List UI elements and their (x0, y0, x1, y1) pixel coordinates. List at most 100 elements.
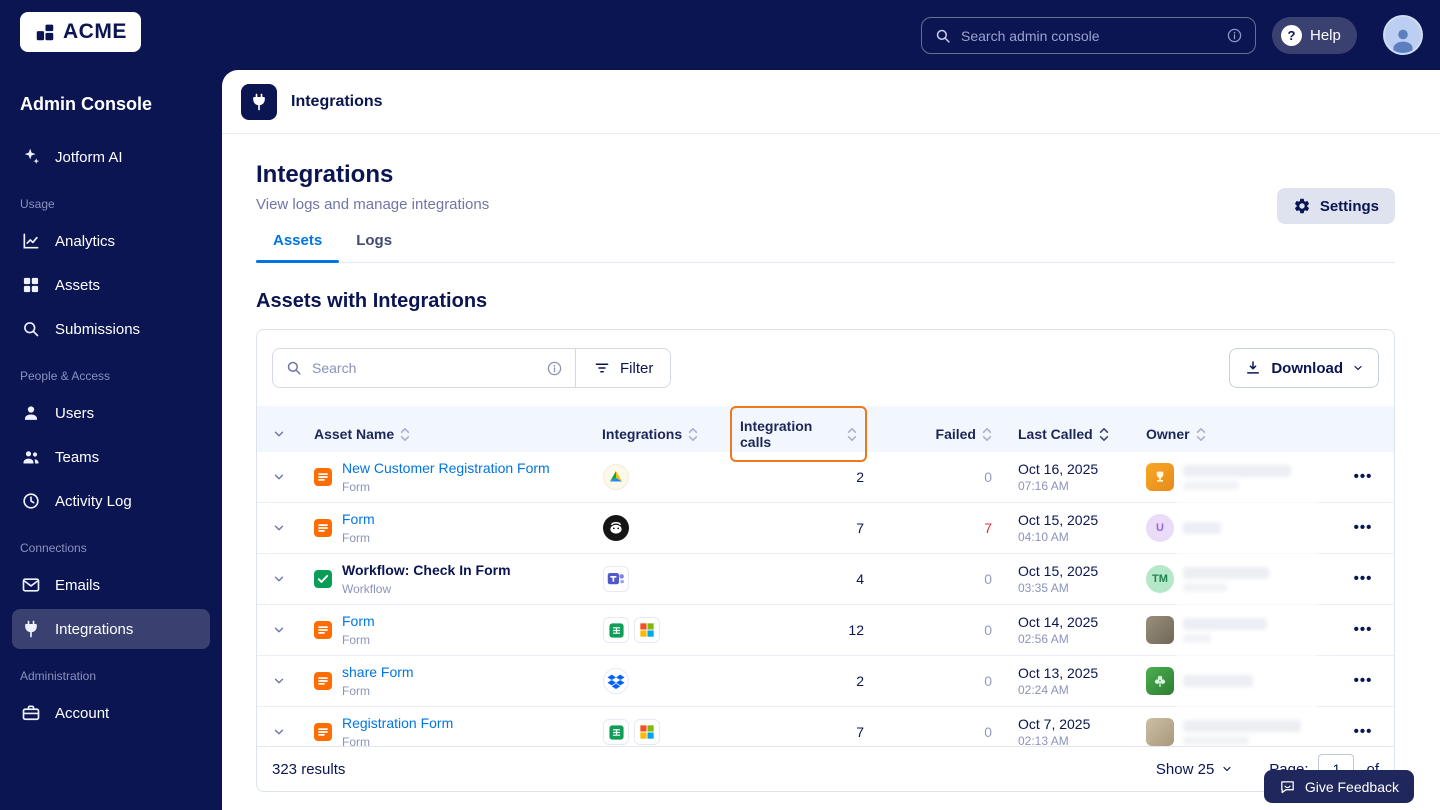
sidebar-item-label: Users (55, 404, 95, 422)
acme-logo-mark-icon (34, 21, 56, 43)
sparkles-icon (21, 147, 41, 167)
owner-name-redacted (1183, 719, 1301, 745)
integration-apps (587, 617, 722, 643)
integration-apps (587, 668, 722, 694)
table-search-input[interactable] (312, 360, 537, 376)
gear-icon (1293, 197, 1311, 215)
expand-all-header[interactable] (257, 427, 301, 441)
row-expand-button[interactable] (270, 723, 288, 741)
column-label: Last Called (1018, 426, 1093, 442)
envelope-icon (21, 575, 41, 595)
row-expand-button[interactable] (270, 672, 288, 690)
last-called-date: Oct 16, 2025 (1018, 461, 1099, 477)
filter-button[interactable]: Filter (576, 348, 672, 388)
admin-search-bar (921, 17, 1256, 54)
row-actions-button[interactable]: ••• (1354, 723, 1373, 740)
sidebar-item-activity-log[interactable]: Activity Log (12, 481, 210, 521)
sidebar-item-assets[interactable]: Assets (12, 265, 210, 305)
row-expand-button[interactable] (270, 468, 288, 486)
search-icon (934, 27, 952, 45)
integrations-plug-icon (241, 83, 277, 120)
chevron-down-icon (272, 725, 286, 739)
download-label: Download (1271, 359, 1343, 377)
help-label: Help (1310, 27, 1341, 44)
sidebar-item-users[interactable]: Users (12, 393, 210, 433)
download-button[interactable]: Download (1229, 348, 1379, 388)
sort-icon[interactable] (400, 427, 410, 442)
column-header-asset-name[interactable]: Asset Name (301, 426, 587, 442)
admin-search-input[interactable] (961, 27, 1217, 44)
sidebar-item-integrations[interactable]: Integrations (12, 609, 210, 649)
integration-calls-value: 4 (856, 571, 864, 587)
topbar: ACME ? Help (0, 0, 1440, 70)
sidebar-item-analytics[interactable]: Analytics (12, 221, 210, 261)
clock-icon (21, 491, 41, 511)
table-toolbar: Filter Download (257, 330, 1394, 406)
row-actions-button[interactable]: ••• (1354, 621, 1373, 638)
google-sheets-icon (603, 617, 629, 643)
results-count: 323 results (272, 760, 346, 778)
tab-logs[interactable]: Logs (339, 232, 409, 262)
tab-assets[interactable]: Assets (256, 232, 340, 263)
page-size-select[interactable]: Show 25 (1156, 761, 1233, 778)
give-feedback-button[interactable]: Give Feedback (1263, 770, 1414, 803)
column-header-last-called[interactable]: Last Called (1002, 426, 1142, 442)
column-header-integrations[interactable]: Integrations (587, 426, 722, 442)
row-actions-button[interactable]: ••• (1354, 519, 1373, 536)
column-header-owner[interactable]: Owner (1142, 426, 1332, 442)
chevron-down-icon (272, 427, 286, 441)
row-expand-button[interactable] (270, 519, 288, 537)
last-called-date: Oct 7, 2025 (1018, 716, 1091, 732)
failed-calls-value: 0 (984, 571, 992, 587)
sidebar-item-submissions[interactable]: Submissions (12, 309, 210, 349)
failed-calls-value: 0 (984, 469, 992, 485)
asset-name-link[interactable]: Form (342, 511, 375, 527)
sort-icon[interactable] (1099, 427, 1109, 442)
row-actions-button[interactable]: ••• (1354, 672, 1373, 689)
row-actions-button[interactable]: ••• (1354, 468, 1373, 485)
column-label: Owner (1146, 426, 1190, 442)
help-button[interactable]: ? Help (1272, 17, 1357, 54)
sidebar-item-jotform-ai[interactable]: Jotform AI (12, 137, 210, 177)
sort-icon[interactable] (982, 427, 992, 442)
settings-button[interactable]: Settings (1276, 188, 1395, 224)
give-feedback-label: Give Feedback (1304, 778, 1399, 795)
sort-icon[interactable] (847, 427, 857, 442)
asset-name-link[interactable]: New Customer Registration Form (342, 460, 550, 476)
info-icon[interactable] (1226, 27, 1243, 44)
failed-calls-value: 0 (984, 673, 992, 689)
feedback-bubble-icon (1279, 778, 1296, 795)
row-expand-button[interactable] (270, 570, 288, 588)
asset-name-link[interactable]: share Form (342, 664, 414, 680)
user-avatar[interactable] (1383, 15, 1423, 55)
plug-icon (21, 619, 41, 639)
sort-icon[interactable] (1196, 427, 1206, 442)
page-size-label: Show 25 (1155, 760, 1215, 778)
chevron-down-icon (272, 572, 286, 586)
row-expand-button[interactable] (270, 621, 288, 639)
sidebar-item-label: Integrations (55, 620, 134, 638)
sidebar-item-emails[interactable]: Emails (12, 565, 210, 605)
last-called-time: 02:56 AM (1018, 632, 1069, 646)
sidebar-nav: Jotform AI Usage Analytics Assets Submission… (12, 137, 210, 733)
sidebar-item-account[interactable]: Account (12, 693, 210, 733)
column-label: Integration calls (740, 418, 813, 450)
last-called-time: 07:16 AM (1018, 479, 1069, 493)
asset-name-link[interactable]: Form (342, 613, 375, 629)
asset-name-link[interactable]: Registration Form (342, 715, 453, 731)
ms-teams-icon (603, 566, 629, 592)
sidebar-item-teams[interactable]: Teams (12, 437, 210, 477)
chevron-down-icon (272, 623, 286, 637)
sort-icon[interactable] (688, 427, 698, 442)
sidebar-section-usage: Usage (20, 197, 55, 211)
info-icon[interactable] (546, 360, 563, 377)
failed-calls-value: 0 (984, 622, 992, 638)
sidebar-item-label: Emails (55, 576, 101, 594)
row-actions-button[interactable]: ••• (1354, 570, 1373, 587)
column-header-failed[interactable]: Failed (867, 426, 1002, 442)
table-row: New Customer Registration Form Form 2 0 O… (257, 452, 1394, 503)
breadcrumb-title: Integrations (291, 92, 383, 110)
last-called-time: 03:35 AM (1018, 581, 1069, 595)
owner-avatar: TM (1146, 565, 1174, 593)
column-label: Failed (935, 426, 976, 442)
